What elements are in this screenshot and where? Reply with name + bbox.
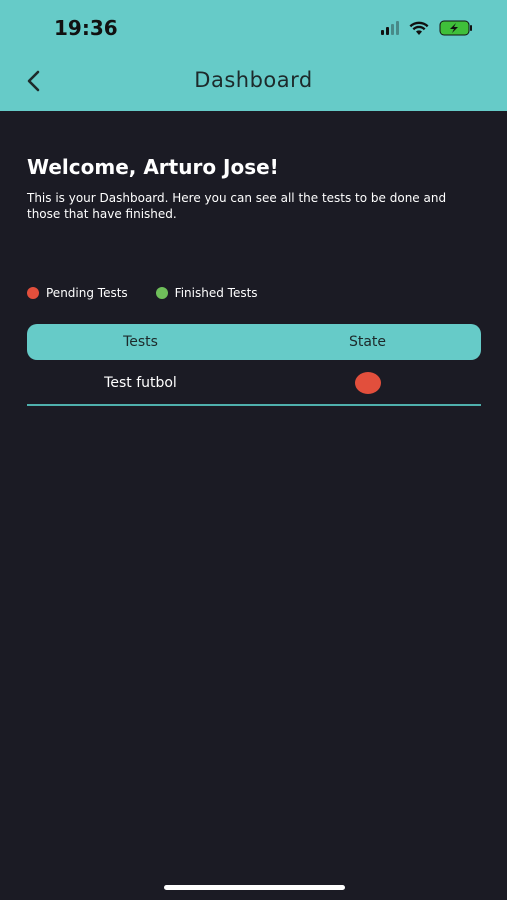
dashboard-screen: 19:36 Dashboard Welcome, Arturo Jose! Th… [0,0,507,900]
pending-dot-icon [27,287,39,299]
status-time: 19:36 [54,16,118,40]
finished-dot-icon [155,287,168,299]
welcome-heading: Welcome, Arturo Jose! [27,155,279,179]
wifi-icon [409,21,429,36]
dashboard-description: This is your Dashboard. Here you can see… [27,191,447,221]
test-state [254,372,481,394]
home-indicator[interactable] [164,885,345,890]
header-bar: 19:36 Dashboard [0,0,507,111]
column-header-state: State [348,334,387,350]
pending-state-icon [354,372,381,394]
legend-pending-label: Pending Tests [46,286,128,300]
page-title: Dashboard [194,68,313,92]
legend-finished-label: Finished Tests [174,286,258,300]
legend: Pending Tests Finished Tests [27,286,258,300]
column-header-tests: Tests [123,334,158,350]
table-header: Tests State [27,324,481,360]
table-row[interactable]: Test futbol [27,362,481,406]
battery-charging-icon [439,20,473,36]
legend-finished: Finished Tests [155,286,258,300]
legend-pending: Pending Tests [27,286,128,300]
signal-icon [381,21,399,35]
test-name: Test futbol [104,375,177,391]
status-icons [381,19,473,37]
